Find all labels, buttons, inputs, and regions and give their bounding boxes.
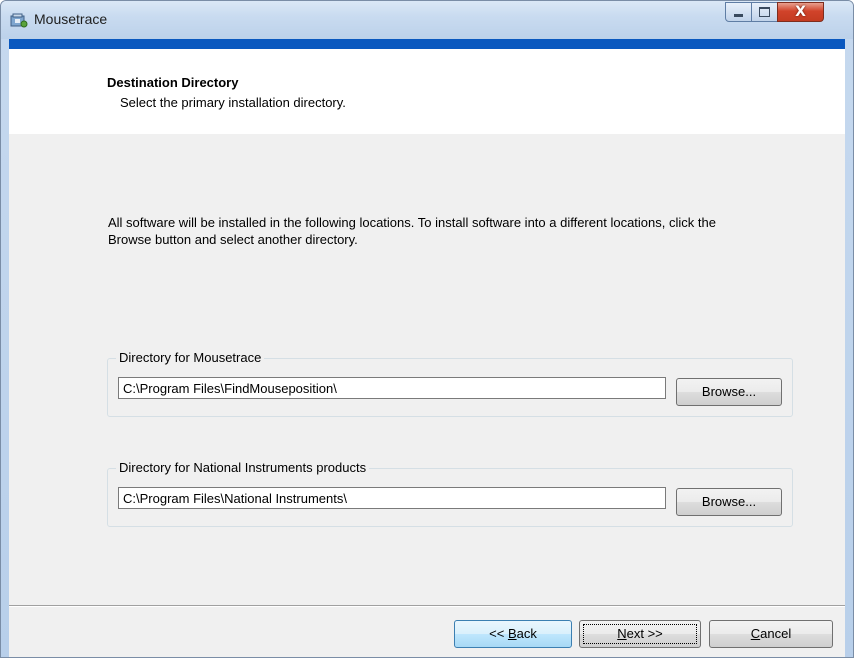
info-text: All software will be installed in the fo… xyxy=(108,215,716,247)
page-title: Destination Directory xyxy=(107,75,239,90)
divider-highlight xyxy=(9,606,845,607)
accent-strip xyxy=(9,39,845,49)
back-label-rest: ack xyxy=(516,626,537,641)
title-bar[interactable]: Mousetrace X xyxy=(1,1,853,39)
mousetrace-directory-input[interactable] xyxy=(118,377,666,399)
back-button[interactable]: << Back xyxy=(454,620,572,648)
next-button[interactable]: Next >> xyxy=(579,620,701,648)
header-panel: Destination Directory Select the primary… xyxy=(9,49,845,134)
cancel-label-rest: ancel xyxy=(760,626,792,641)
installer-window: Mousetrace X Destination Directory Selec… xyxy=(0,0,854,658)
group-mousetrace-directory: Directory for Mousetrace Browse... xyxy=(107,350,793,417)
close-button[interactable]: X xyxy=(777,2,824,22)
back-prefix: << xyxy=(489,626,508,641)
page-subtitle: Select the primary installation director… xyxy=(120,95,346,110)
cancel-accel: C xyxy=(750,626,761,641)
dialog-body: Destination Directory Select the primary… xyxy=(9,49,845,657)
focus-rect xyxy=(583,624,697,644)
maximize-icon xyxy=(759,7,770,17)
group-ni-directory: Directory for National Instruments produ… xyxy=(107,460,793,527)
minimize-button[interactable] xyxy=(725,2,752,22)
window-title: Mousetrace xyxy=(34,11,108,27)
browse-button-ni[interactable]: Browse... xyxy=(676,488,782,516)
ni-directory-input[interactable] xyxy=(118,487,666,509)
cancel-button[interactable]: Cancel xyxy=(709,620,833,648)
group-label: Directory for National Instruments produ… xyxy=(116,460,370,475)
close-icon: X xyxy=(795,4,806,20)
installer-icon xyxy=(10,12,28,28)
group-label: Directory for Mousetrace xyxy=(116,350,265,365)
maximize-button[interactable] xyxy=(751,2,778,22)
back-accel: B xyxy=(507,626,517,641)
minimize-icon xyxy=(734,14,743,17)
browse-button-mousetrace[interactable]: Browse... xyxy=(676,378,782,406)
